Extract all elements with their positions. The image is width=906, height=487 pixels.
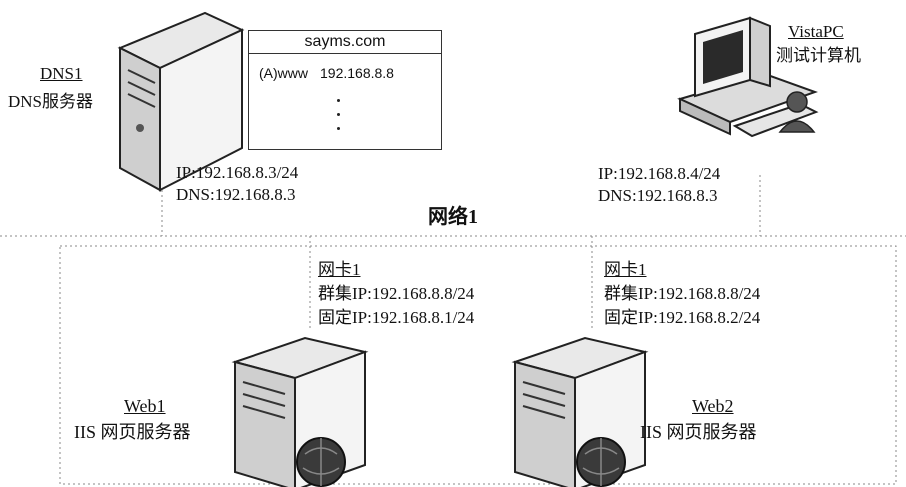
client-ip: IP:192.168.8.4/24	[598, 164, 721, 183]
dns-server-role: DNS服务器	[8, 92, 94, 111]
dns-server-dns: DNS:192.168.8.3	[176, 185, 296, 204]
web1-name: Web1	[124, 396, 166, 416]
dns-zone-table: sayms.com (A)www 192.168.8.8	[248, 30, 442, 150]
web1-fixed-ip: 固定IP:192.168.8.1/24	[318, 308, 475, 327]
client-role: 测试计算机	[776, 46, 861, 65]
ellipsis-dot	[337, 113, 340, 116]
web1-role: IIS 网页服务器	[74, 422, 191, 442]
ellipsis-dot	[337, 99, 340, 102]
dns-record-ip: 192.168.8.8	[320, 65, 394, 81]
web2-fixed-ip: 固定IP:192.168.8.2/24	[604, 308, 761, 327]
dns-server-name: DNS1	[40, 64, 83, 83]
cluster-boundary	[59, 245, 897, 485]
dns-a-record: (A)www 192.168.8.8	[259, 65, 406, 81]
network-label: 网络1	[428, 206, 478, 228]
dns-server-ip: IP:192.168.8.3/24	[176, 163, 299, 182]
web1-cluster-ip: 群集IP:192.168.8.8/24	[318, 284, 475, 303]
dns-zone-name: sayms.com	[249, 31, 441, 54]
dns-record-type: (A)www	[259, 65, 308, 81]
ellipsis-dot	[337, 127, 340, 130]
client-dns: DNS:192.168.8.3	[598, 186, 718, 205]
client-name: VistaPC	[788, 22, 844, 41]
web1-server-icon	[231, 336, 369, 487]
web2-role: IIS 网页服务器	[640, 422, 757, 442]
web1-nic: 网卡1	[318, 260, 361, 279]
web2-nic: 网卡1	[604, 260, 647, 279]
web2-name: Web2	[692, 396, 734, 416]
web2-cluster-ip: 群集IP:192.168.8.8/24	[604, 284, 761, 303]
web2-server-icon	[511, 336, 649, 487]
